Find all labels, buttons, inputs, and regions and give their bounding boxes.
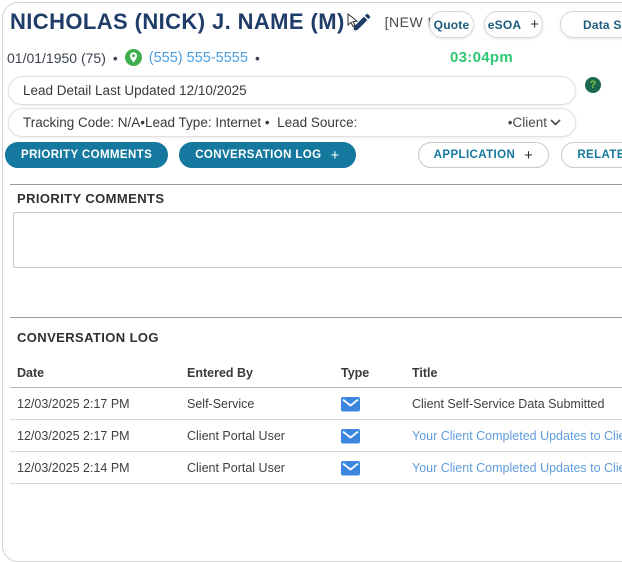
lead-source-value: •Client — [507, 115, 547, 130]
location-pin-icon[interactable] — [124, 49, 142, 66]
row-entered-by: Self-Service — [187, 396, 255, 411]
tab-label: APPLICATION — [433, 149, 516, 161]
esoa-button[interactable]: eSOA + — [484, 11, 543, 38]
quote-button-label: Quote — [433, 17, 470, 32]
plus-icon: + — [530, 16, 540, 33]
tab-label: PRIORITY COMMENTS — [21, 149, 153, 161]
table-row: 12/03/2025 2:17 PM Self-Service Client S… — [10, 388, 622, 420]
row-date: 12/03/2025 2:14 PM — [17, 460, 130, 475]
email-icon — [341, 461, 412, 476]
table-row: 12/03/2025 2:14 PM Client Portal User Yo… — [10, 452, 622, 484]
row-entered-by: Client Portal User — [187, 460, 285, 475]
tab-conversation-log[interactable]: CONVERSATION LOG + — [179, 142, 356, 168]
column-header-entered-by: Entered By — [187, 365, 253, 380]
help-icon[interactable]: ? — [585, 77, 601, 93]
header-row: NICHOLAS (NICK) J. NAME (M) [NEW LEAD] — [10, 9, 471, 35]
conversation-log-body: 12/03/2025 2:17 PM Self-Service Client S… — [10, 388, 622, 484]
client-info-row: 01/01/1950 (75) • (555) 555-5555 • — [7, 49, 267, 66]
current-time: 03:04pm — [450, 49, 513, 66]
tracking-bar: Tracking Code: N/A•Lead Type: Internet •… — [8, 108, 576, 137]
section-divider — [10, 317, 622, 318]
dob-text: 01/01/1950 (75) — [7, 49, 106, 66]
tab-related[interactable]: RELATED + — [561, 142, 622, 168]
plus-icon: + — [524, 146, 534, 164]
row-title: Client Self-Service Data Submitted — [412, 396, 605, 411]
data-button[interactable]: Data S — [560, 11, 622, 38]
column-header-date: Date — [17, 365, 45, 380]
plus-icon: + — [330, 146, 340, 164]
bullet-separator: • — [112, 49, 118, 66]
lead-detail-text: Lead Detail Last Updated 12/10/2025 — [23, 83, 247, 98]
priority-comments-input[interactable] — [13, 212, 622, 268]
column-header-title: Title — [412, 365, 438, 380]
phone-link[interactable]: (555) 555-5555 — [149, 50, 248, 66]
email-icon — [341, 397, 412, 412]
conversation-log-heading: CONVERSATION LOG — [17, 330, 159, 345]
tab-priority-comments[interactable]: PRIORITY COMMENTS — [5, 142, 169, 168]
quote-button[interactable]: Quote — [429, 11, 474, 38]
lead-source-dropdown[interactable]: •Client — [508, 115, 561, 130]
conversation-log-header-row: Date Entered By Type Title — [10, 358, 622, 388]
section-divider — [10, 184, 622, 185]
data-button-label: Data S — [583, 17, 622, 32]
bullet-separator: • — [254, 49, 260, 66]
edit-name-button[interactable] — [347, 9, 377, 35]
column-header-type: Type — [341, 365, 370, 380]
row-date: 12/03/2025 2:17 PM — [17, 396, 130, 411]
chevron-down-icon — [550, 119, 561, 126]
row-entered-by: Client Portal User — [187, 428, 285, 443]
tracking-text: Tracking Code: N/A•Lead Type: Internet •… — [23, 115, 358, 130]
tab-application[interactable]: APPLICATION + — [417, 142, 550, 168]
section-tabs: PRIORITY COMMENTS CONVERSATION LOG + APP… — [5, 142, 622, 168]
tab-label: RELATED — [577, 149, 622, 161]
page-title: NICHOLAS (NICK) J. NAME (M) — [10, 9, 345, 34]
row-title-link[interactable]: Your Client Completed Updates to Client — [412, 461, 622, 475]
tab-label: CONVERSATION LOG — [195, 149, 322, 161]
email-icon — [341, 429, 412, 444]
row-title-link[interactable]: Your Client Completed Updates to Client — [412, 429, 622, 443]
table-row: 12/03/2025 2:17 PM Client Portal User Yo… — [10, 420, 622, 452]
help-glyph: ? — [589, 79, 597, 91]
esoa-button-label: eSOA — [487, 17, 522, 32]
priority-comments-heading: PRIORITY COMMENTS — [17, 191, 165, 206]
mouse-cursor-icon — [347, 13, 358, 28]
lead-detail-bar: Lead Detail Last Updated 12/10/2025 — [8, 76, 576, 105]
row-date: 12/03/2025 2:17 PM — [17, 428, 130, 443]
conversation-log-table: Date Entered By Type Title 12/03/2025 2:… — [10, 358, 622, 484]
